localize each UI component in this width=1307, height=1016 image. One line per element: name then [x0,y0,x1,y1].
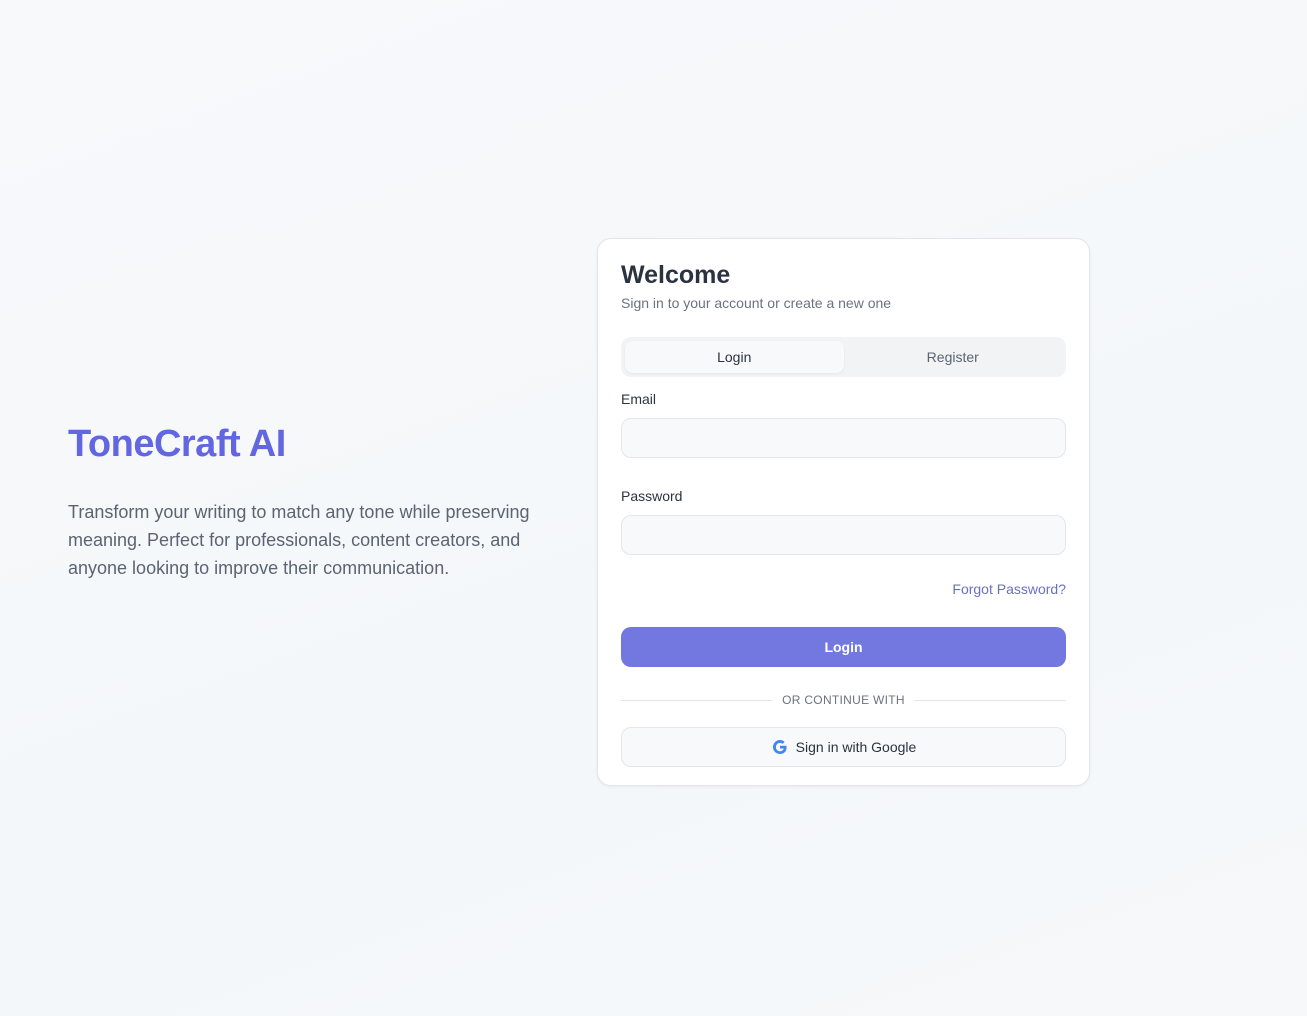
login-button[interactable]: Login [621,627,1066,667]
tab-login[interactable]: Login [625,341,844,373]
card-title: Welcome [621,261,731,289]
divider-label: OR CONTINUE WITH [782,693,905,707]
password-label: Password [621,488,683,504]
google-icon [771,738,789,756]
hero-section: ToneCraft AI Transform your writing to m… [68,420,558,582]
card-subtitle: Sign in to your account or create a new … [621,295,892,311]
or-divider: OR CONTINUE WITH [621,693,1067,707]
email-label: Email [621,391,657,407]
password-field[interactable] [621,515,1066,555]
tab-register[interactable]: Register [844,341,1063,373]
auth-card: Welcome Sign in to your account or creat… [597,238,1090,786]
email-field[interactable] [621,418,1066,458]
brand-title: ToneCraft AI [68,423,286,465]
forgot-password-row: Forgot Password? [621,581,1066,601]
brand-tagline: Transform your writing to match any tone… [68,502,530,578]
google-signin-label: Sign in with Google [795,739,917,755]
divider-line-right [913,699,1067,701]
forgot-password-link[interactable]: Forgot Password? [952,581,1066,597]
login-page: ToneCraft AI Transform your writing to m… [0,0,1307,1016]
google-signin-button[interactable]: Sign in with Google [621,727,1066,767]
divider-line-left [621,699,774,701]
auth-tabs: Login Register [621,337,1066,377]
